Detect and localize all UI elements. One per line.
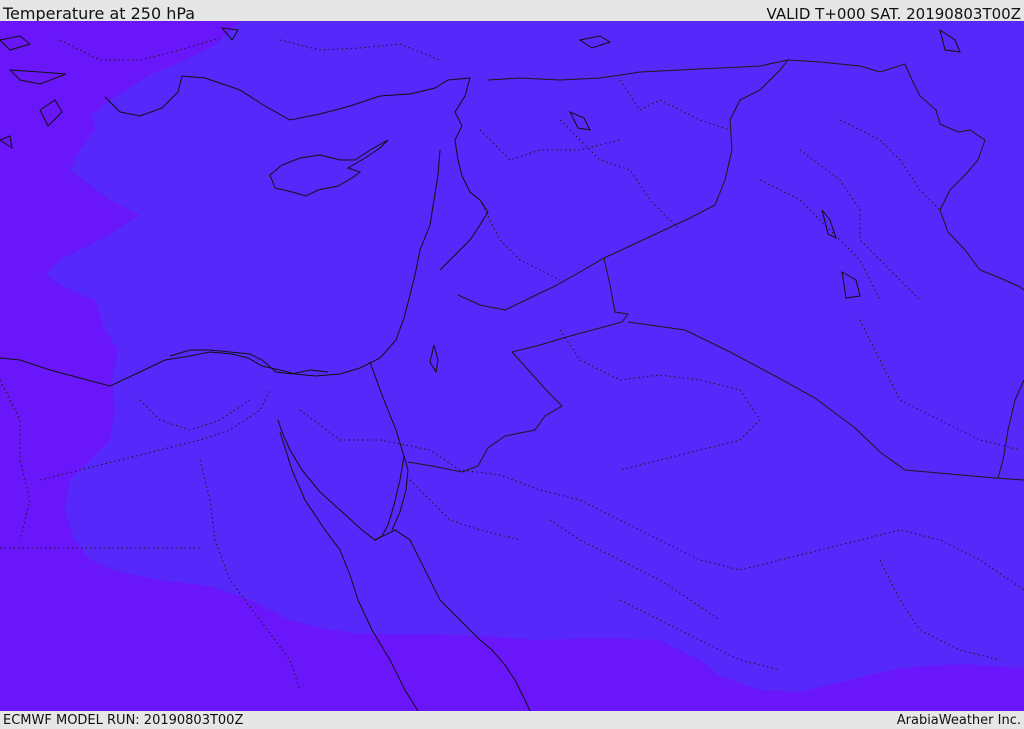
- credit-label: ArabiaWeather Inc.: [896, 713, 1021, 728]
- map-area[interactable]: [0, 21, 1024, 711]
- temperature-map: [0, 21, 1024, 711]
- footer-bar: ECMWF MODEL RUN: 20190803T00Z ArabiaWeat…: [0, 711, 1024, 729]
- model-run-label: ECMWF MODEL RUN: 20190803T00Z: [3, 713, 244, 728]
- header-bar: Temperature at 250 hPa VALID T+000 SAT. …: [0, 0, 1024, 23]
- weather-map-frame: Temperature at 250 hPa VALID T+000 SAT. …: [0, 0, 1024, 729]
